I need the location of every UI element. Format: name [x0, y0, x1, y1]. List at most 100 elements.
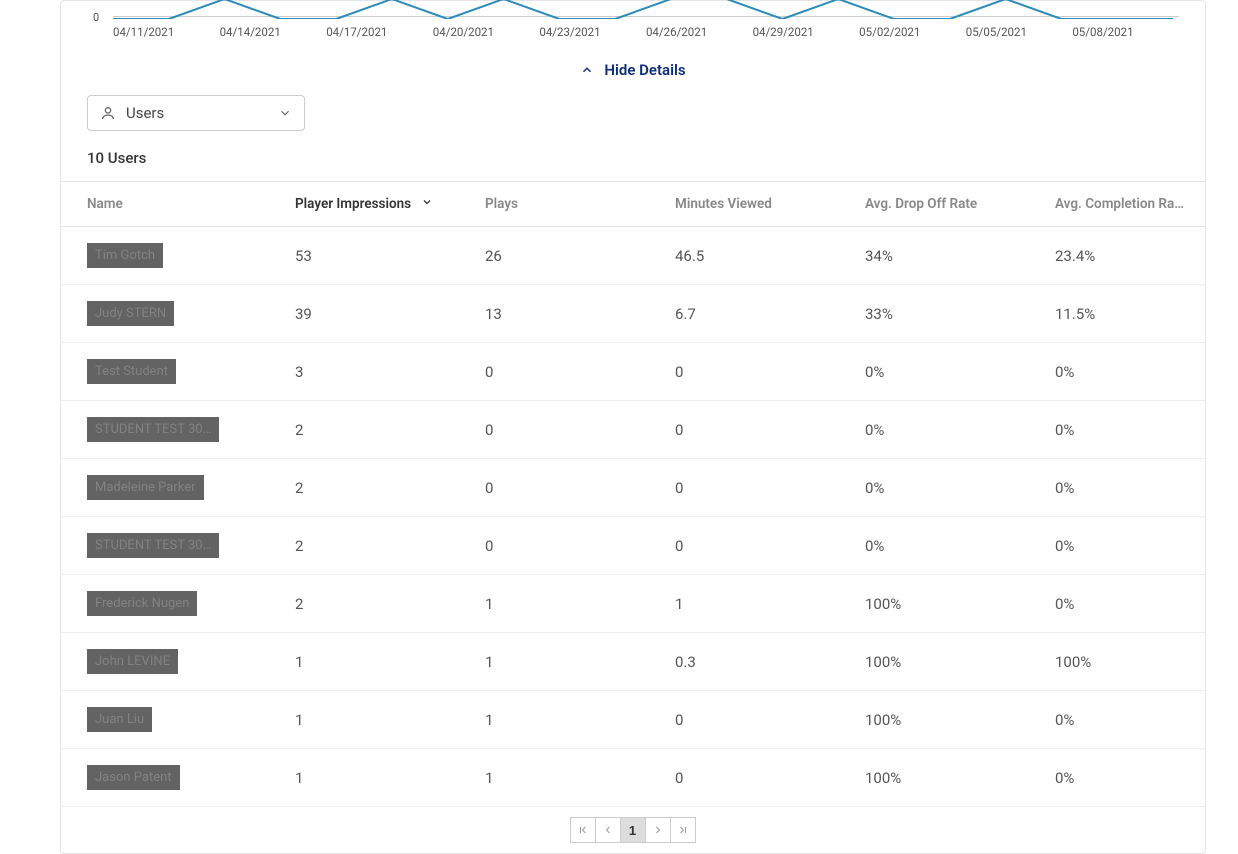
cell-drop: 0%	[847, 343, 1037, 401]
cell-impressions: 2	[277, 575, 467, 633]
cell-impressions: 1	[277, 633, 467, 691]
x-axis-label: 04/20/2021	[433, 25, 540, 39]
cell-minutes: 0	[657, 343, 847, 401]
cell-completion: 0%	[1037, 459, 1205, 517]
hide-details-label: Hide Details	[604, 61, 685, 79]
col-header-player-impressions[interactable]: Player Impressions	[277, 182, 467, 227]
user-name-chip: Frederick Nugen	[87, 591, 197, 616]
table-row[interactable]: Jason Patent110100%0%	[61, 749, 1205, 807]
cell-impressions: 2	[277, 401, 467, 459]
user-name-chip: Juan Liu	[87, 707, 152, 732]
cell-minutes: 46.5	[657, 227, 847, 285]
cell-plays: 0	[467, 459, 657, 517]
x-axis-label: 04/14/2021	[220, 25, 327, 39]
cell-minutes: 0.3	[657, 633, 847, 691]
x-axis-label: 04/11/2021	[113, 25, 220, 39]
user-name-chip: Madeleine Parker	[87, 475, 204, 500]
cell-drop: 100%	[847, 633, 1037, 691]
cell-impressions: 53	[277, 227, 467, 285]
cell-completion: 100%	[1037, 633, 1205, 691]
table-row[interactable]: Tim Gotch 532646.534%23.4%	[61, 227, 1205, 285]
col-header-minutes-viewed[interactable]: Minutes Viewed	[657, 182, 847, 227]
cell-completion: 23.4%	[1037, 227, 1205, 285]
x-axis-label: 04/26/2021	[646, 25, 753, 39]
col-header-player-impressions-label: Player Impressions	[295, 196, 411, 212]
x-axis-label: 05/02/2021	[859, 25, 966, 39]
cell-drop: 33%	[847, 285, 1037, 343]
cell-drop: 34%	[847, 227, 1037, 285]
table-row[interactable]: Madeleine Parker2000%0%	[61, 459, 1205, 517]
pagination: 1	[61, 817, 1205, 843]
col-header-plays[interactable]: Plays	[467, 182, 657, 227]
next-icon	[652, 824, 664, 836]
cell-impressions: 2	[277, 517, 467, 575]
x-axis-label: 05/05/2021	[966, 25, 1073, 39]
first-icon	[577, 824, 589, 836]
cell-impressions: 39	[277, 285, 467, 343]
cell-minutes: 0	[657, 459, 847, 517]
cell-drop: 0%	[847, 401, 1037, 459]
page-prev-button[interactable]	[595, 817, 621, 843]
table-row[interactable]: Frederick Nugen211100%0%	[61, 575, 1205, 633]
table-row[interactable]: Test Student3000%0%	[61, 343, 1205, 401]
col-header-name[interactable]: Name	[61, 182, 277, 227]
y-axis-zero: 0	[93, 11, 99, 24]
analytics-card: 0 04/11/202104/14/202104/17/202104/20/20…	[60, 0, 1206, 854]
cell-plays: 0	[467, 343, 657, 401]
page-number-current[interactable]: 1	[620, 817, 646, 843]
table-row[interactable]: John LEVINE110.3100%100%	[61, 633, 1205, 691]
cell-completion: 0%	[1037, 575, 1205, 633]
users-table: Name Player Impressions Plays Minutes Vi…	[61, 181, 1205, 807]
table-row[interactable]: Judy STERN39136.733%11.5%	[61, 285, 1205, 343]
cell-completion: 0%	[1037, 691, 1205, 749]
page-next-button[interactable]	[645, 817, 671, 843]
table-row[interactable]: STUDENT TEST 30…2000%0%	[61, 401, 1205, 459]
cell-drop: 100%	[847, 749, 1037, 807]
cell-plays: 1	[467, 691, 657, 749]
cell-drop: 100%	[847, 575, 1037, 633]
user-name-chip: Judy STERN	[87, 301, 174, 326]
x-axis-label: 04/17/2021	[326, 25, 433, 39]
cell-impressions: 1	[277, 749, 467, 807]
user-icon	[100, 105, 116, 121]
col-header-avg-completion[interactable]: Avg. Completion Ra…	[1037, 182, 1205, 227]
prev-icon	[602, 824, 614, 836]
chart-area: 0 04/11/202104/14/202104/17/202104/20/20…	[87, 1, 1179, 45]
table-row[interactable]: Juan Liu110100%0%	[61, 691, 1205, 749]
cell-drop: 0%	[847, 459, 1037, 517]
cell-completion: 0%	[1037, 401, 1205, 459]
user-name-chip: Tim Gotch	[87, 243, 163, 268]
cell-plays: 1	[467, 575, 657, 633]
cell-plays: 13	[467, 285, 657, 343]
user-name-chip: STUDENT TEST 30…	[87, 417, 219, 442]
cell-plays: 0	[467, 401, 657, 459]
cell-plays: 26	[467, 227, 657, 285]
cell-completion: 0%	[1037, 517, 1205, 575]
user-name-chip: John LEVINE	[87, 649, 178, 674]
chevron-down-icon	[278, 106, 292, 120]
chart-line	[113, 0, 1173, 19]
user-name-chip: STUDENT TEST 30…	[87, 533, 219, 558]
filter-dropdown[interactable]: Users	[87, 95, 305, 131]
cell-impressions: 1	[277, 691, 467, 749]
cell-plays: 1	[467, 633, 657, 691]
hide-details-toggle[interactable]: Hide Details	[61, 61, 1205, 79]
cell-minutes: 0	[657, 401, 847, 459]
x-axis-label: 04/23/2021	[539, 25, 646, 39]
cell-drop: 0%	[847, 517, 1037, 575]
chevron-up-icon	[580, 63, 594, 77]
x-axis-label: 04/29/2021	[753, 25, 860, 39]
cell-minutes: 0	[657, 749, 847, 807]
cell-completion: 0%	[1037, 343, 1205, 401]
page-last-button[interactable]	[670, 817, 696, 843]
cell-completion: 11.5%	[1037, 285, 1205, 343]
table-row[interactable]: STUDENT TEST 30…2000%0%	[61, 517, 1205, 575]
x-axis-labels: 04/11/202104/14/202104/17/202104/20/2021…	[113, 25, 1179, 39]
col-header-avg-drop-off[interactable]: Avg. Drop Off Rate	[847, 182, 1037, 227]
cell-minutes: 1	[657, 575, 847, 633]
cell-completion: 0%	[1037, 749, 1205, 807]
cell-minutes: 0	[657, 517, 847, 575]
filter-value: Users	[126, 104, 164, 122]
page-first-button[interactable]	[570, 817, 596, 843]
cell-plays: 0	[467, 517, 657, 575]
